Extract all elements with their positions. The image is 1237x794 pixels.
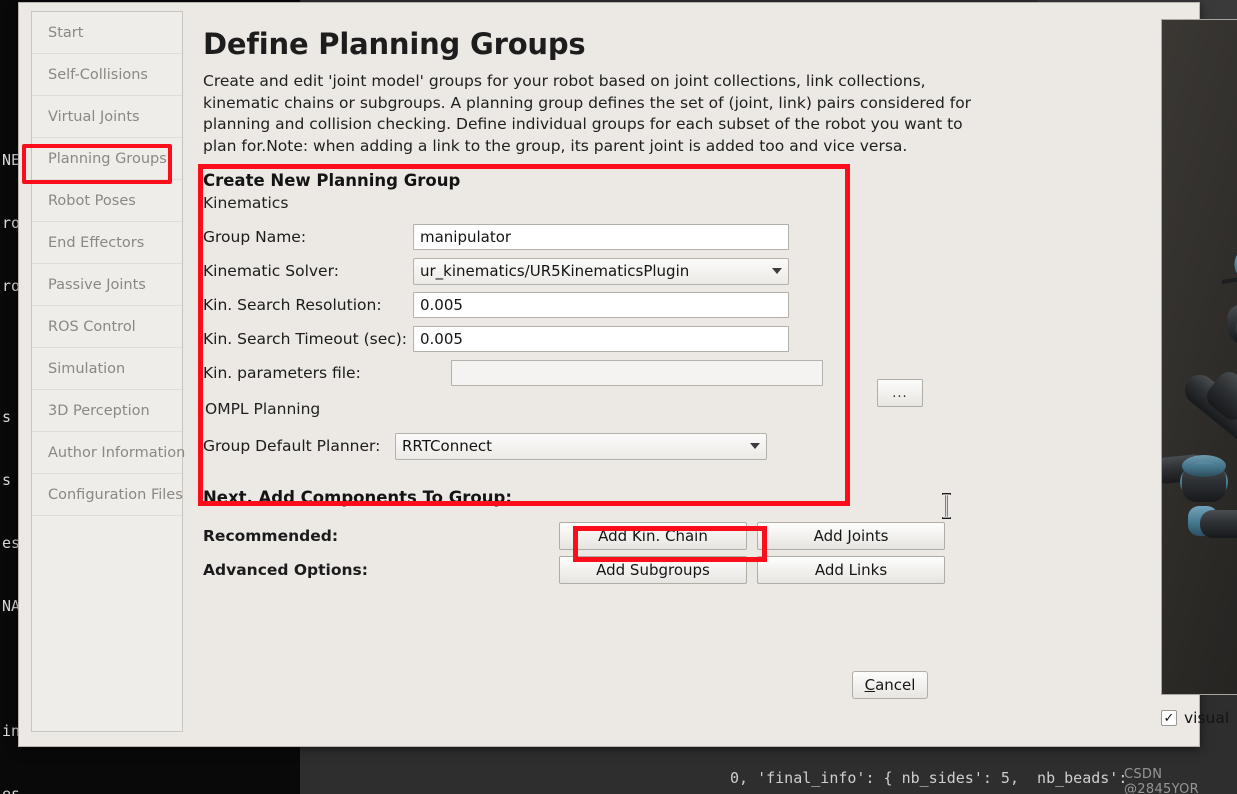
create-group-title: Create New Planning Group bbox=[203, 171, 461, 190]
kinematic-solver-select[interactable]: ur_kinematics/UR5KinematicsPlugin bbox=[413, 257, 789, 285]
kin-search-timeout-label: Kin. Search Timeout (sec): bbox=[203, 330, 408, 348]
sidebar-item-label: Configuration Files bbox=[48, 487, 183, 503]
chevron-down-icon bbox=[750, 443, 760, 449]
sidebar-item-author-information[interactable]: Author Information bbox=[32, 432, 186, 474]
sidebar-item-label: 3D Perception bbox=[48, 403, 150, 419]
kinematics-group-label: Kinematics bbox=[203, 194, 289, 212]
cancel-button[interactable]: Cancel bbox=[852, 671, 928, 699]
group-name-input[interactable]: manipulator bbox=[413, 224, 789, 250]
group-default-planner-label: Group Default Planner: bbox=[203, 437, 381, 455]
sidebar-item-label: End Effectors bbox=[48, 235, 145, 251]
sidebar-item-label: ROS Control bbox=[48, 319, 136, 335]
sidebar-item-virtual-joints[interactable]: Virtual Joints bbox=[32, 96, 182, 138]
advanced-options-row: Advanced Options: Add Subgroups Add Link… bbox=[203, 553, 973, 587]
group-default-planner-select[interactable]: RRTConnect bbox=[395, 432, 767, 460]
text-cursor-ibeam bbox=[942, 493, 951, 519]
sidebar-item-robot-poses[interactable]: Robot Poses bbox=[32, 180, 182, 222]
add-subgroups-button[interactable]: Add Subgroups bbox=[559, 556, 747, 584]
recommended-row: Recommended: Add Kin. Chain Add Joints bbox=[203, 519, 973, 553]
group-default-planner-value: RRTConnect bbox=[402, 437, 493, 455]
kinematic-solver-label: Kinematic Solver: bbox=[203, 262, 339, 280]
sidebar-item-end-effectors[interactable]: End Effectors bbox=[32, 222, 182, 264]
recommended-label: Recommended: bbox=[203, 527, 339, 545]
group-default-planner-row: Group Default Planner: RRTConnect bbox=[203, 426, 973, 466]
ompl-planning-label: OMPL Planning bbox=[205, 400, 321, 418]
create-planning-group-panel: Create New Planning Group Kinematics Gro… bbox=[198, 164, 973, 506]
kin-parameters-file-label: Kin. parameters file: bbox=[203, 364, 361, 382]
add-links-button[interactable]: Add Links bbox=[757, 556, 945, 584]
next-components-section: Next, Add Components To Group: Recommend… bbox=[203, 488, 973, 587]
sidebar-item-self-collisions[interactable]: Self-Collisions bbox=[32, 54, 182, 96]
cancel-suffix: ancel bbox=[875, 676, 916, 694]
group-name-label: Group Name: bbox=[203, 228, 307, 246]
sidebar-item-label: Robot Poses bbox=[48, 193, 136, 209]
page-description: Create and edit 'joint model' groups for… bbox=[203, 72, 972, 155]
moveit-setup-assistant-window: Start Self-Collisions Virtual Joints Pla… bbox=[18, 2, 1237, 747]
kin-search-resolution-input[interactable]: 0.005 bbox=[413, 292, 789, 318]
sidebar-item-label: Passive Joints bbox=[48, 277, 146, 293]
kin-search-resolution-row: Kin. Search Resolution: 0.005 bbox=[203, 288, 973, 322]
cancel-button-label: Cancel bbox=[865, 676, 916, 694]
kin-parameters-file-row: Kin. parameters file: bbox=[203, 356, 973, 390]
sidebar-item-planning-groups[interactable]: Planning Groups bbox=[32, 138, 182, 180]
kinematic-solver-value: ur_kinematics/UR5KinematicsPlugin bbox=[420, 262, 690, 280]
sidebar-item-label: Planning Groups bbox=[48, 151, 167, 167]
terminal-right-line-1: 0, 'final_info': { nb_sides': 5, nb_bead… bbox=[730, 769, 1128, 787]
sidebar-item-label: Simulation bbox=[48, 361, 126, 377]
visual-checkbox-label: visual bbox=[1184, 709, 1230, 727]
visual-checkbox-box[interactable]: ✓ bbox=[1161, 710, 1177, 726]
navigation-sidebar: Start Self-Collisions Virtual Joints Pla… bbox=[31, 11, 186, 732]
kin-search-resolution-label: Kin. Search Resolution: bbox=[203, 296, 382, 314]
sidebar-item-label: Self-Collisions bbox=[48, 67, 148, 83]
chevron-down-icon bbox=[772, 268, 782, 274]
next-components-title: Next, Add Components To Group: bbox=[203, 488, 512, 507]
sidebar-item-3d-perception[interactable]: 3D Perception bbox=[32, 390, 182, 432]
kin-search-timeout-row: Kin. Search Timeout (sec): 0.005 bbox=[203, 322, 973, 356]
visual-checkbox[interactable]: ✓ visual bbox=[1161, 709, 1229, 727]
sidebar-item-passive-joints[interactable]: Passive Joints bbox=[32, 264, 182, 306]
cancel-mnemonic: C bbox=[864, 676, 876, 694]
add-kin-chain-button[interactable]: Add Kin. Chain bbox=[559, 522, 747, 550]
sidebar-item-start[interactable]: Start bbox=[32, 12, 182, 54]
kinematic-solver-row: Kinematic Solver: ur_kinematics/UR5Kinem… bbox=[203, 254, 973, 288]
sidebar-item-label: Author Information bbox=[48, 445, 186, 461]
ur5-robot-model bbox=[1162, 20, 1237, 694]
page-title: Define Planning Groups bbox=[203, 27, 586, 61]
sidebar-item-simulation[interactable]: Simulation bbox=[32, 348, 182, 390]
browse-file-button[interactable]: ... bbox=[877, 379, 923, 407]
robot-3d-viewport[interactable] bbox=[1161, 19, 1237, 695]
sidebar-item-ros-control[interactable]: ROS Control bbox=[32, 306, 182, 348]
add-joints-button[interactable]: Add Joints bbox=[757, 522, 945, 550]
main-content: Define Planning Groups Create and edit '… bbox=[183, 3, 1237, 746]
group-name-row: Group Name: manipulator bbox=[203, 220, 973, 254]
kin-parameters-file-input[interactable] bbox=[451, 360, 823, 386]
advanced-options-label: Advanced Options: bbox=[203, 561, 368, 579]
kin-search-timeout-input[interactable]: 0.005 bbox=[413, 326, 789, 352]
viewport-display-options: ✓ visual collision bbox=[1161, 701, 1237, 735]
sidebar-item-label: Virtual Joints bbox=[48, 109, 140, 125]
sidebar-item-label: Start bbox=[48, 25, 84, 41]
sidebar-item-configuration-files[interactable]: Configuration Files bbox=[32, 474, 183, 516]
